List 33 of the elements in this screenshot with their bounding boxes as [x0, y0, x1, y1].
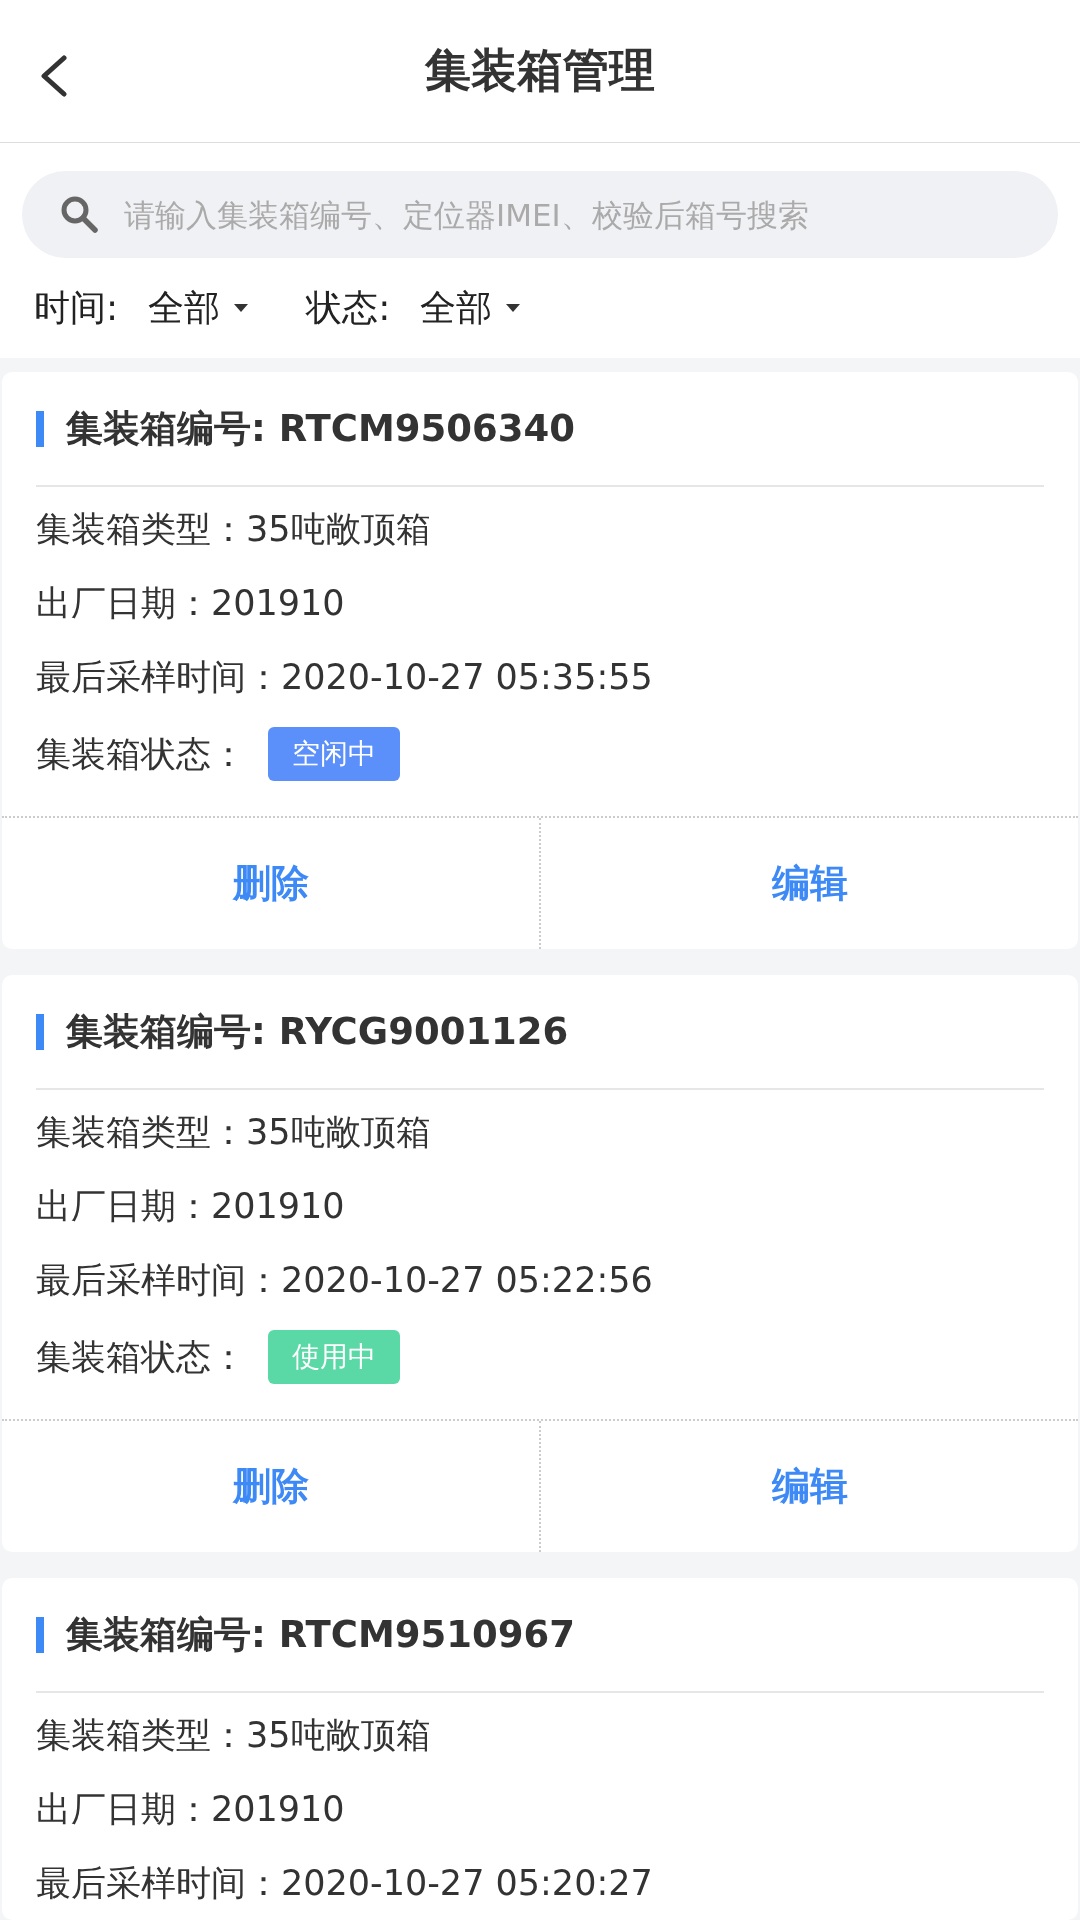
info-text: 集装箱类型：35吨敞顶箱: [36, 1112, 431, 1152]
info-text: 出厂日期：201910: [36, 1186, 345, 1226]
status-label: 集装箱状态：: [36, 732, 246, 776]
accent-bar: [36, 1013, 44, 1050]
edit-button[interactable]: 编辑: [539, 818, 1078, 949]
delete-button[interactable]: 删除: [2, 818, 539, 949]
search-icon: [60, 195, 98, 233]
info-text: 最后采样时间：2020-10-27 05:20:27: [36, 1863, 653, 1903]
filter-label: 时间:: [34, 285, 119, 330]
edit-button[interactable]: 编辑: [539, 1421, 1078, 1552]
delete-button[interactable]: 删除: [2, 1421, 539, 1552]
filter-dropdown[interactable]: 全部: [148, 283, 249, 333]
info-text: 出厂日期：201910: [36, 1789, 345, 1829]
caret-icon: [234, 304, 249, 312]
caret-icon: [506, 304, 521, 312]
card-title: 集装箱编号: RYCG9001126: [66, 1008, 569, 1055]
page-title: 集装箱管理: [425, 42, 655, 99]
info-text: 出厂日期：201910: [36, 583, 345, 623]
card-title: 集装箱编号: RTCM9510967: [66, 1611, 575, 1658]
accent-bar: [36, 410, 44, 447]
info-text: 集装箱类型：35吨敞顶箱: [36, 509, 431, 549]
info-text: 最后采样时间：2020-10-27 05:35:55: [36, 657, 653, 697]
status-label: 集装箱状态：: [36, 1335, 246, 1379]
info-text: 最后采样时间：2020-10-27 05:22:56: [36, 1260, 653, 1300]
info-text: 集装箱类型：35吨敞顶箱: [36, 1715, 431, 1755]
back-icon[interactable]: [38, 55, 70, 97]
accent-bar: [36, 1616, 44, 1653]
status-badge: 使用中: [268, 1330, 400, 1384]
status-badge: 空闲中: [268, 727, 400, 781]
search-field[interactable]: 请输入集装箱编号、定位器IMEI、校验后箱号搜索: [22, 171, 1058, 258]
filter-label: 状态:: [306, 285, 391, 330]
card-title: 集装箱编号: RTCM9506340: [66, 405, 575, 452]
filter-dropdown[interactable]: 全部: [420, 283, 521, 333]
